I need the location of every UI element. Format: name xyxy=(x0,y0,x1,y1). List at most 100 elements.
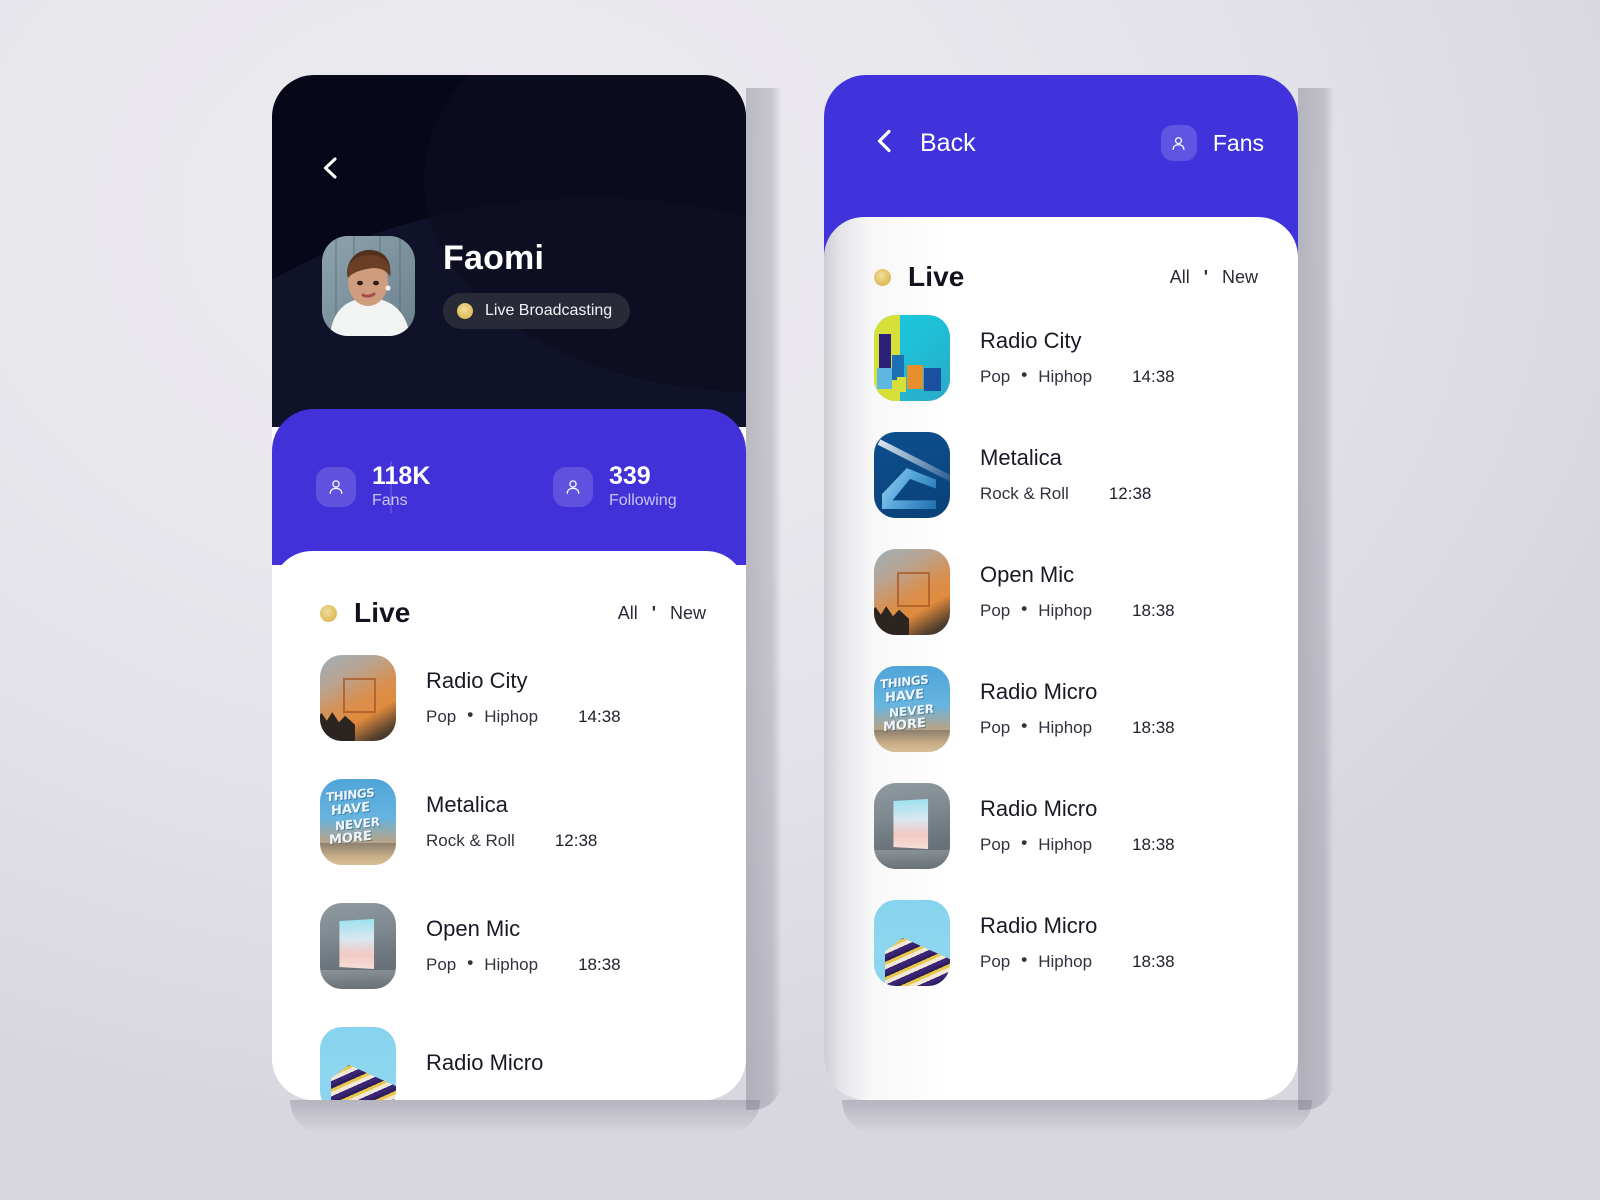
stat-fans-value: 118K xyxy=(372,461,431,490)
item-tag: Pop xyxy=(426,954,457,974)
item-time: 14:38 xyxy=(578,706,621,726)
item-thumbnail xyxy=(874,900,950,986)
live-dot-icon xyxy=(457,303,473,319)
item-time: 18:38 xyxy=(578,954,621,974)
item-thumbnail xyxy=(874,549,950,635)
item-tag: Rock & Roll xyxy=(426,830,515,850)
stat-following-caption: Following xyxy=(609,491,677,509)
item-title: Radio Micro xyxy=(980,913,1098,939)
item-thumbnail xyxy=(874,432,950,518)
thumbnail-art xyxy=(320,1027,396,1100)
item-subtitle: Pop • Hiphop 18:38 xyxy=(980,832,1258,855)
item-thumbnail xyxy=(320,655,396,741)
status-badge-label: Live Broadcasting xyxy=(485,302,613,319)
list-item[interactable]: THINGS HAVE NEVER MORE Radio Micro Pop • Hiphop… xyxy=(824,666,1298,752)
thumbnail-art xyxy=(874,549,950,635)
list-item[interactable]: Radio Micro xyxy=(272,1027,746,1100)
item-tag: Hiphop xyxy=(1038,834,1093,854)
section-title: Live xyxy=(354,597,411,628)
item-subtitle: Rock & Roll 12:38 xyxy=(980,484,1258,504)
item-thumbnail xyxy=(320,903,396,989)
profile-meta: Faomi Live Broadcasting xyxy=(443,239,631,331)
item-thumbnail: THINGS HAVE NEVER MORE xyxy=(320,779,396,865)
live-sheet: Live All ' New Radio City Pop • Hiphop 14:38… xyxy=(272,551,746,1100)
back-icon[interactable] xyxy=(318,155,344,181)
item-tag: Hiphop xyxy=(484,706,539,726)
profile-header: Faomi Live Broadcasting xyxy=(272,75,746,427)
item-tag: Rock & Roll xyxy=(980,483,1069,503)
list-item[interactable]: Radio Micro Pop • Hiphop 18:38 xyxy=(824,900,1298,986)
item-tag: Pop xyxy=(980,600,1011,620)
list-item[interactable]: Open Mic Pop • Hiphop 18:38 xyxy=(824,549,1298,635)
list-item[interactable]: Radio Micro Pop • Hiphop 18:38 xyxy=(824,783,1298,869)
tab-all[interactable]: All xyxy=(1170,267,1190,288)
stat-fans[interactable]: 118K Fans xyxy=(272,460,509,513)
stat-following[interactable]: 339 Following xyxy=(509,462,746,512)
list-item[interactable]: Metalica Rock & Roll 12:38 xyxy=(824,432,1298,518)
tab-new[interactable]: New xyxy=(670,603,706,624)
live-dot-icon xyxy=(320,604,337,622)
item-title: Radio Micro xyxy=(980,796,1098,822)
item-title: Open Mic xyxy=(426,916,521,942)
live-list-screen: Back Fans Live All ' New Radio City Pop … xyxy=(824,75,1298,1100)
tag-separator: • xyxy=(1021,832,1028,852)
thumbnail-art xyxy=(874,432,950,518)
thumbnail-art xyxy=(874,900,950,986)
live-filter-tabs: All ' New xyxy=(618,603,706,624)
tab-all[interactable]: All xyxy=(618,603,638,624)
item-thumbnail xyxy=(320,1027,396,1100)
live-list: Radio City Pop • Hiphop 14:38 THINGS HAVE NEVER… xyxy=(272,629,746,1100)
profile-name: Faomi xyxy=(443,239,545,277)
item-time: 18:38 xyxy=(1132,834,1175,854)
list-item[interactable]: Open Mic Pop • Hiphop 18:38 xyxy=(272,903,746,989)
item-time: 18:38 xyxy=(1132,600,1175,620)
profile-row: Faomi Live Broadcasting xyxy=(322,236,631,336)
live-sheet-header: Live All ' New xyxy=(824,217,1298,293)
fans-button[interactable]: Fans xyxy=(1160,125,1264,161)
item-tag: Hiphop xyxy=(1038,951,1093,971)
item-tag: Hiphop xyxy=(1038,717,1093,737)
right-phone-bottom-shadow xyxy=(842,1100,1312,1134)
tab-new[interactable]: New xyxy=(1222,267,1258,288)
item-thumbnail xyxy=(874,783,950,869)
tag-separator: • xyxy=(1021,598,1028,618)
tag-separator: • xyxy=(1021,364,1028,384)
thumbnail-art xyxy=(320,903,396,989)
right-phone-shadow xyxy=(1298,88,1334,1110)
item-time: 12:38 xyxy=(554,830,598,850)
status-badge[interactable]: Live Broadcasting xyxy=(443,293,631,329)
list-item[interactable]: Radio City Pop • Hiphop 14:38 xyxy=(824,315,1298,401)
chevron-left-icon xyxy=(872,127,898,160)
item-tag: Pop xyxy=(980,834,1011,854)
item-tag: Hiphop xyxy=(484,954,539,974)
left-phone-bottom-shadow xyxy=(290,1100,760,1134)
item-time: 12:38 xyxy=(1108,483,1152,503)
item-title: Radio Micro xyxy=(426,1050,544,1076)
item-subtitle: Pop • Hiphop 18:38 xyxy=(426,953,706,975)
item-title: Open Mic xyxy=(980,562,1075,588)
section-title: Live xyxy=(908,261,965,292)
thumbnail-art xyxy=(320,655,396,741)
stats-band: 118K Fans 339 Following xyxy=(272,409,746,565)
tab-separator: ' xyxy=(651,602,656,623)
list-item[interactable]: THINGS HAVE NEVER MORE Metalica Rock & Roll 12… xyxy=(272,779,746,865)
back-button[interactable]: Back xyxy=(872,127,976,160)
thumbnail-art xyxy=(874,783,950,869)
tag-separator: • xyxy=(467,704,474,724)
live-sheet: Live All ' New Radio City Pop • Hiphop 14:38… xyxy=(824,217,1298,1100)
thumbnail-art: THINGS HAVE NEVER MORE xyxy=(874,666,950,752)
stat-divider xyxy=(390,460,391,513)
item-time: 14:38 xyxy=(1132,366,1175,386)
avatar-photo xyxy=(322,236,415,336)
item-tag: Hiphop xyxy=(1038,366,1093,386)
back-button-label: Back xyxy=(920,128,976,157)
list-item[interactable]: Radio City Pop • Hiphop 14:38 xyxy=(272,655,746,741)
avatar xyxy=(322,236,415,336)
tab-separator: ' xyxy=(1203,266,1208,287)
tag-separator: • xyxy=(1021,715,1028,735)
item-title: Radio Micro xyxy=(980,679,1098,705)
screen-stage: Faomi Live Broadcasting 118K Fans 339 Fo… xyxy=(0,0,1600,1200)
item-tag: Pop xyxy=(426,706,457,726)
stat-fans-caption: Fans xyxy=(372,491,408,509)
item-tag: Pop xyxy=(980,366,1011,386)
